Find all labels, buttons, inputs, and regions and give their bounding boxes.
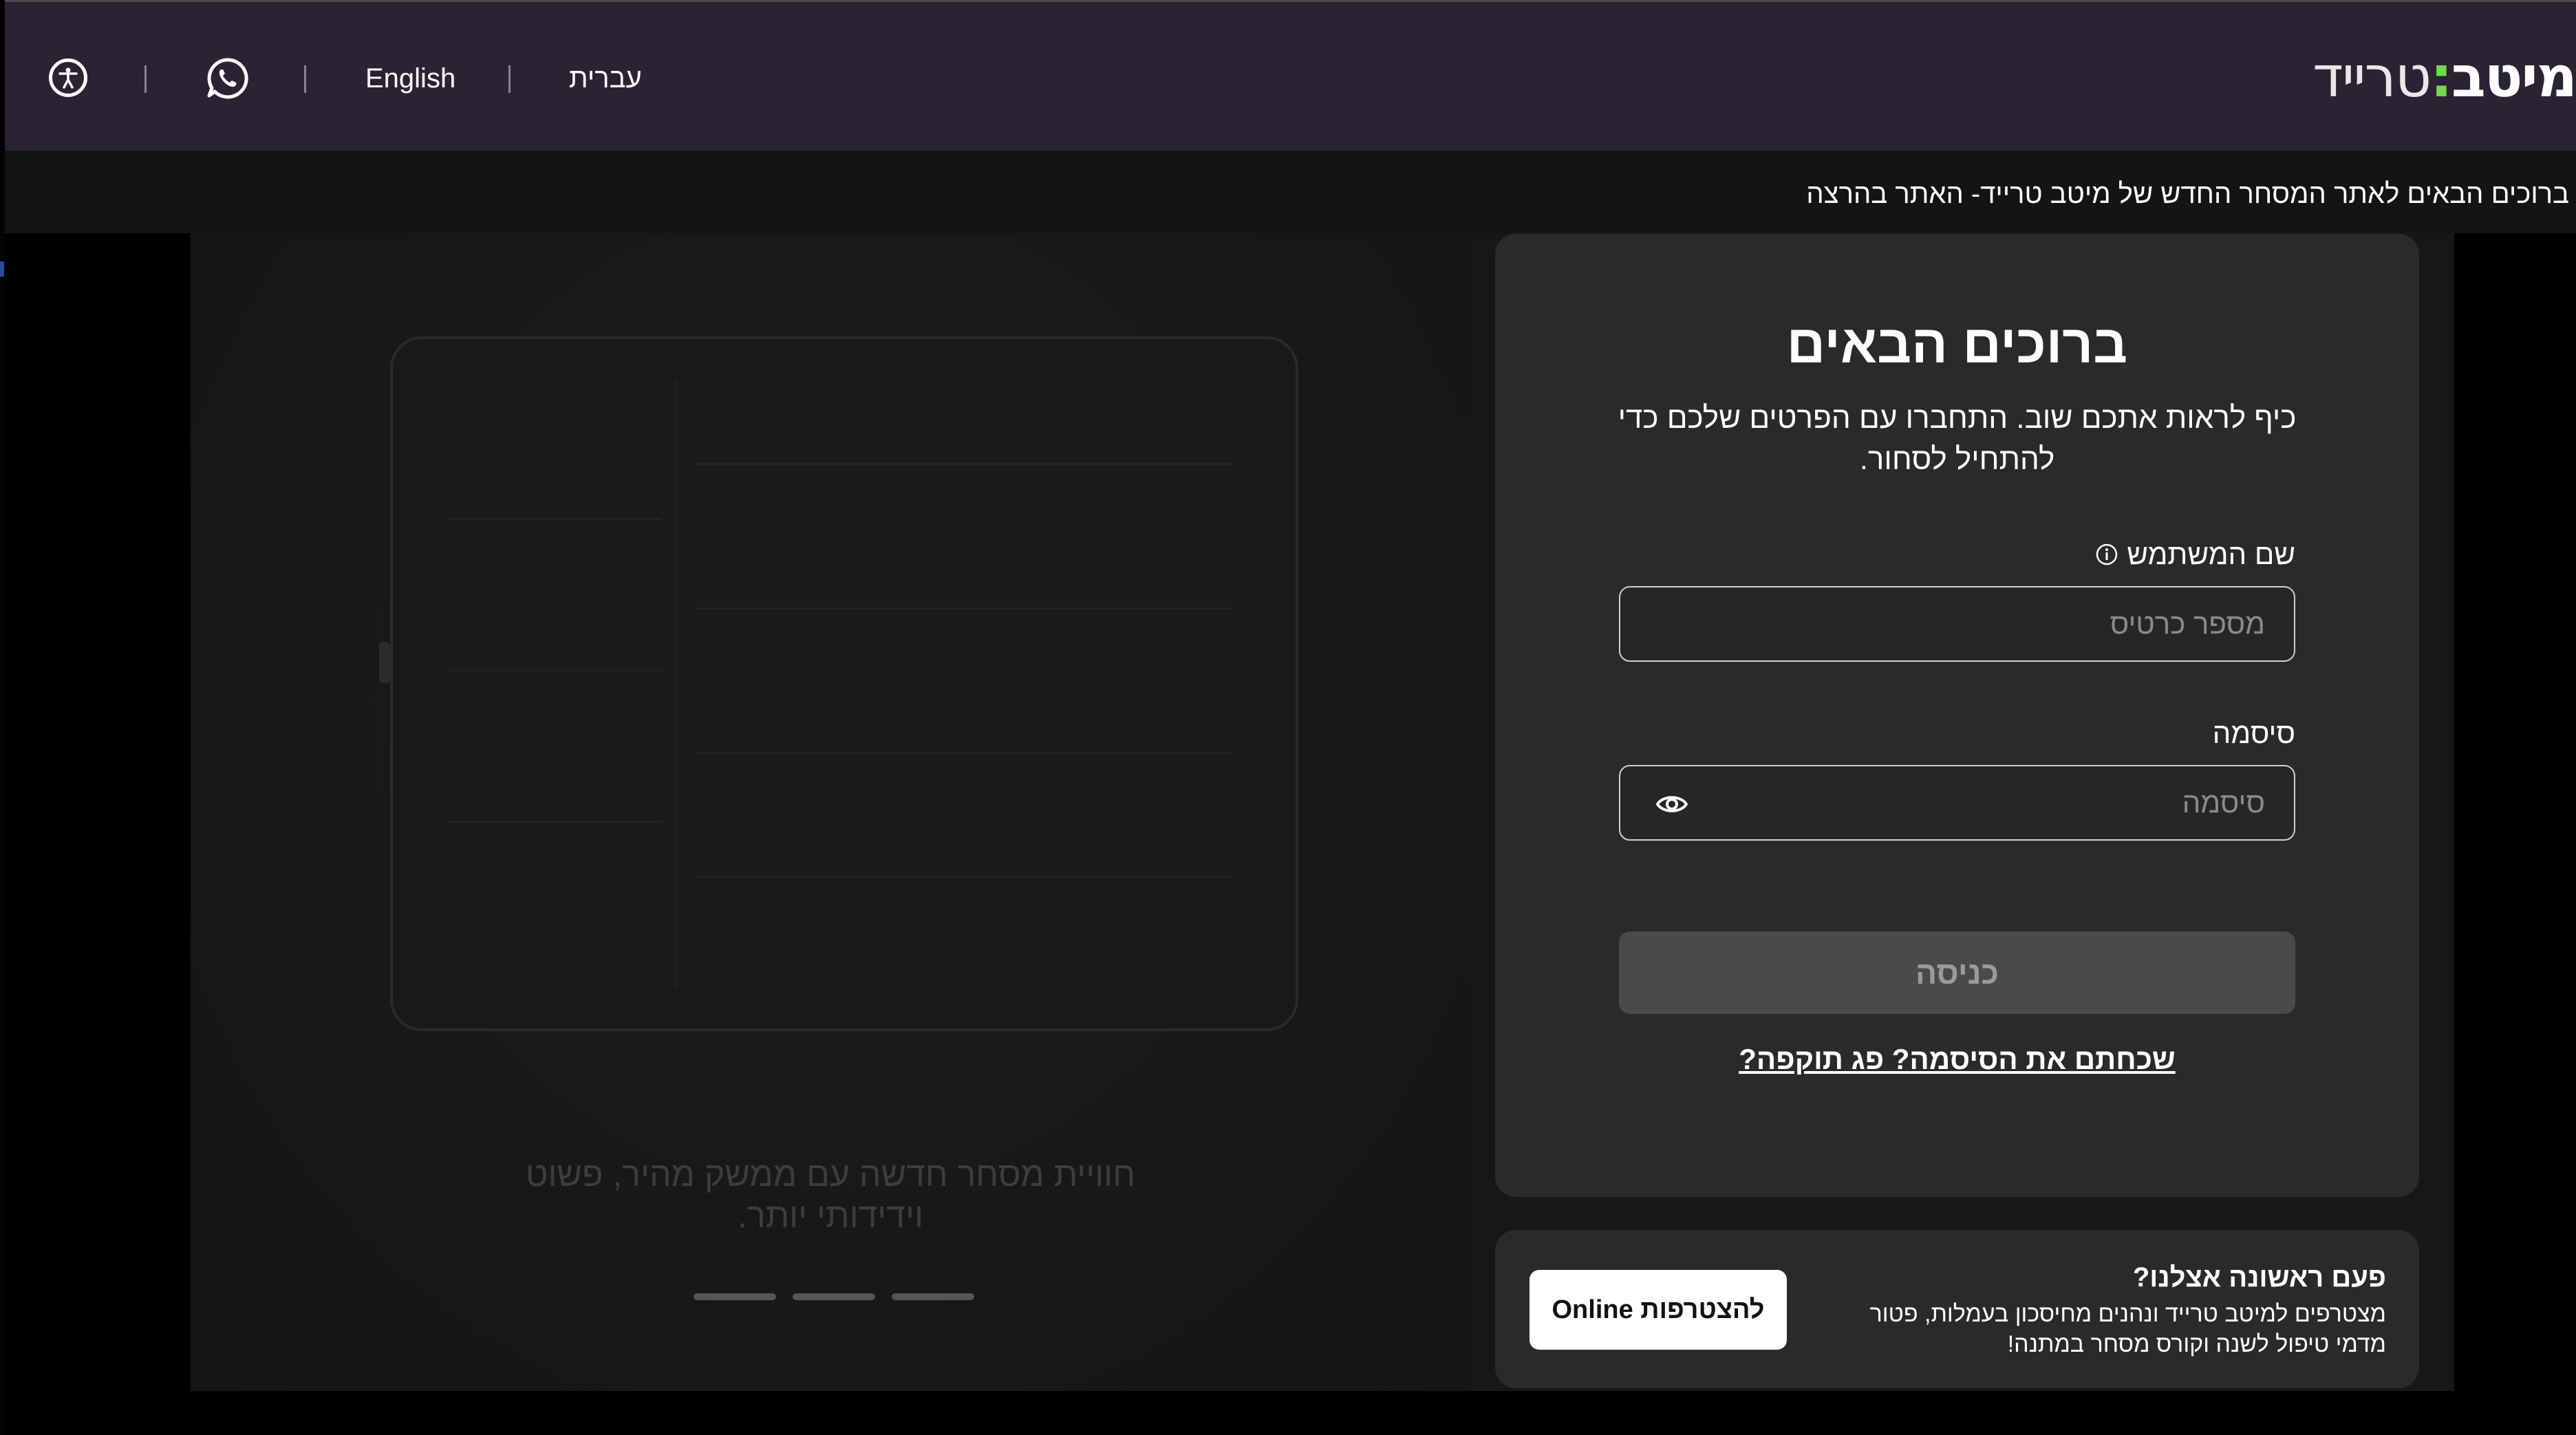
username-label: שם המשתמש — [2095, 537, 2295, 574]
forgot-password-link[interactable]: שכחתם את הסיסמה? פג תוקפה? — [1495, 1040, 2419, 1079]
carousel-dot[interactable] — [793, 1293, 875, 1300]
username-field[interactable] — [1619, 586, 2295, 662]
tablet-divider — [696, 607, 1232, 609]
tablet-divider — [448, 821, 661, 823]
whatsapp-button[interactable] — [204, 56, 250, 101]
tablet-divider — [696, 463, 1232, 465]
login-card: ברוכים הבאים כיף לראות אתכם שוב. התחברו … — [1495, 234, 2419, 1197]
divider — [508, 65, 511, 93]
join-title: פעם ראשונה אצלנו? — [2132, 1262, 2386, 1293]
browser-edge — [0, 151, 5, 1435]
tablet-divider — [448, 669, 661, 671]
join-card: פעם ראשונה אצלנו? מצטרפים למיטב טרייד ונ… — [1495, 1230, 2419, 1388]
top-navigation-bar: English עברית מיטב:טרייד — [5, 0, 2576, 151]
carousel-dot[interactable] — [694, 1293, 776, 1300]
login-submit-button[interactable]: כניסה — [1619, 931, 2295, 1014]
password-field[interactable] — [1619, 765, 2295, 841]
tablet-divider — [696, 752, 1232, 754]
show-password-button[interactable] — [1655, 788, 1689, 820]
info-icon[interactable] — [2095, 539, 2118, 574]
eye-icon — [1656, 796, 1688, 812]
password-label: סיסמה — [2212, 717, 2295, 749]
ticker-text: ברוכים הבאים לאתר המסחר החדש של מיטב טרי… — [1806, 179, 2569, 209]
tablet-divider — [448, 518, 661, 520]
language-hebrew-link[interactable]: עברית — [569, 61, 642, 96]
divider — [144, 65, 147, 93]
edge-marker — [0, 261, 4, 277]
tablet-mockup-image — [379, 336, 1298, 1031]
accessibility-icon — [58, 67, 78, 89]
tablet-button — [379, 642, 390, 683]
logo-text-bold: מיטב — [2451, 45, 2576, 110]
whatsapp-icon — [207, 58, 248, 99]
announcement-ticker: ברוכים הבאים לאתר המסחר החדש של מיטב טרי… — [5, 151, 2576, 233]
username-input[interactable] — [1620, 587, 2294, 660]
tablet-screen — [434, 380, 1254, 987]
tablet-sidebar — [434, 380, 676, 987]
password-input[interactable] — [1620, 766, 2294, 839]
carousel-dot-active[interactable] — [892, 1293, 974, 1300]
join-online-button[interactable]: להצטרפות Online — [1530, 1270, 1787, 1350]
join-description: מצטרפים למיטב טרייד ונהנים מחיסכון בעמלו… — [1869, 1301, 2386, 1357]
hero-caption: חוויית מסחר חדשה עם ממשק מהיר, פשוט וידי… — [525, 1155, 1136, 1235]
login-subtitle: כיף לראות אתכם שוב. התחברו עם הפרטים שלכ… — [1618, 401, 2297, 476]
language-english-link[interactable]: English — [365, 61, 455, 96]
hero-carousel: חוויית מסחר חדשה עם ממשק מהיר, פשוט וידי… — [191, 233, 1470, 1391]
brand-logo[interactable]: מיטב:טרייד — [2312, 46, 2576, 109]
header-tools: English עברית — [5, 2, 665, 153]
divider — [304, 65, 306, 93]
logo-colon: : — [2430, 45, 2453, 110]
username-label-text: שם המשתמש — [2127, 538, 2295, 570]
tablet-divider — [696, 876, 1232, 878]
login-title: ברוכים הבאים — [1786, 314, 2128, 374]
accessibility-button[interactable] — [49, 58, 87, 97]
logo-text-light: טרייד — [2312, 45, 2432, 110]
